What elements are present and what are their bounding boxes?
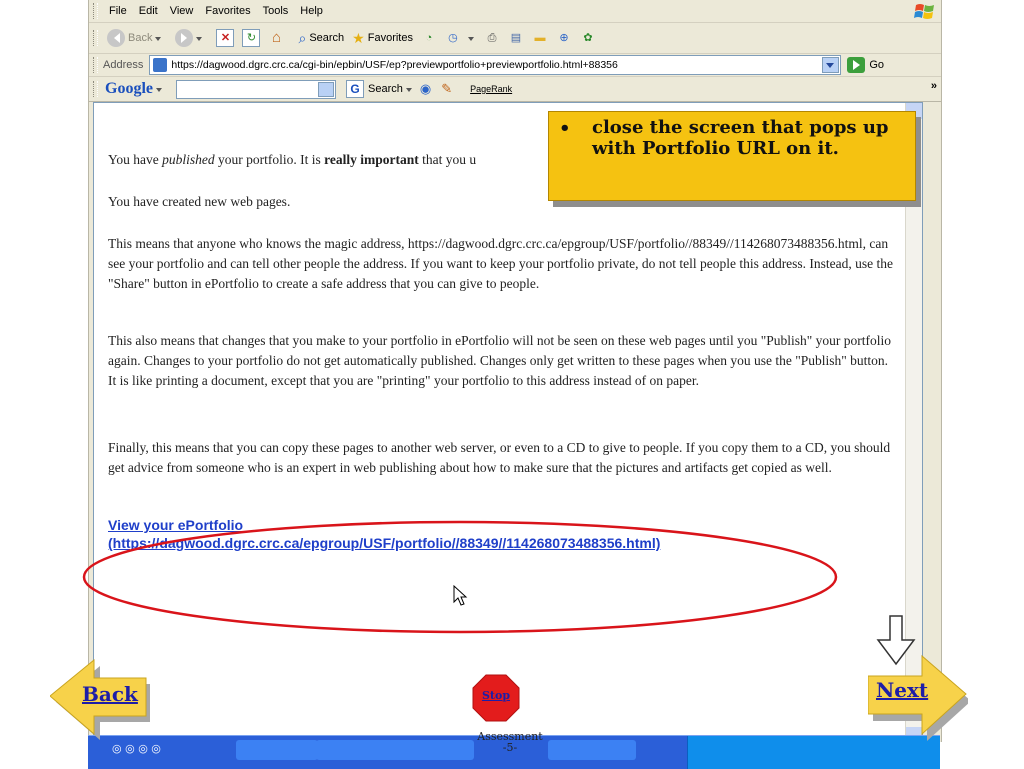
go-arrow-icon [847, 57, 866, 73]
instruction-callout: • close the screen that pops up with Por… [548, 111, 916, 201]
search-icon: ⌕ [298, 29, 307, 46]
favorites-toolbar-label: Favorites [367, 32, 413, 44]
safe-search-icon[interactable]: ◉ [420, 81, 431, 97]
published-emphasis: published [162, 152, 215, 167]
chevron-down-icon[interactable] [822, 57, 840, 73]
stop-label: Stop [481, 689, 511, 702]
google-search-label: Search [368, 83, 403, 95]
copy-pages-paragraph: Finally, this means that you can copy th… [108, 438, 894, 478]
chevron-down-icon[interactable] [318, 81, 334, 97]
search-toolbar-button[interactable]: ⌕ Search [294, 26, 348, 50]
menu-favorites[interactable]: Favorites [199, 3, 256, 19]
magic-address-paragraph: This means that anyone who knows the mag… [108, 234, 894, 294]
view-portfolio-link-block: View your ePortfolio (https://dagwood.dg… [108, 516, 660, 552]
pagerank-label[interactable]: PageRank [470, 84, 512, 94]
google-search-button[interactable]: G Search [346, 80, 418, 98]
taskbar-button[interactable] [236, 740, 318, 760]
menu-bar: File Edit View Favorites Tools Help [89, 0, 941, 23]
back-label: Back [82, 682, 138, 706]
chevron-down-icon[interactable] [156, 87, 162, 95]
google-logo[interactable]: Google [105, 80, 153, 98]
mouse-pointer-icon [453, 585, 468, 606]
changes-paragraph: This also means that changes that you ma… [108, 331, 898, 391]
back-button[interactable]: Back [49, 650, 152, 742]
messenger-icon[interactable]: ⊕ [556, 30, 572, 46]
go-label: Go [869, 59, 885, 71]
print-icon[interactable]: ⎙ [484, 30, 500, 46]
address-bar: Address https://dagwood.dgrc.crc.ca/cgi-… [89, 54, 941, 77]
go-button[interactable]: Go [847, 57, 884, 73]
address-url: https://dagwood.dgrc.crc.ca/cgi-bin/epbi… [171, 59, 618, 71]
back-toolbar-label: Back [128, 32, 153, 44]
callout-text: close the screen that pops up with Portf… [592, 117, 889, 159]
published-text-a: You have [108, 152, 163, 167]
media-icon[interactable]: ◔ [421, 30, 437, 46]
chevron-down-icon[interactable] [155, 36, 162, 44]
chevron-down-icon[interactable] [467, 36, 474, 44]
research-icon[interactable]: ✿ [580, 30, 596, 46]
pagerank-icon: ✎ [441, 81, 453, 96]
star-icon: ★ [352, 29, 365, 46]
copy-pages-text: Finally, this means that you can copy th… [108, 440, 891, 475]
next-button[interactable]: Next [867, 648, 971, 741]
google-grip [93, 81, 98, 97]
address-label: Address [103, 59, 144, 71]
portfolio-url-link[interactable]: (https://dagwood.dgrc.crc.ca/epgroup/USF… [108, 535, 660, 551]
favorites-toolbar-button[interactable]: ★ Favorites [348, 26, 417, 50]
callout-bullet: • [559, 118, 571, 139]
menu-edit[interactable]: Edit [133, 3, 164, 19]
menu-grip [93, 3, 98, 19]
toolbar-grip [93, 30, 98, 46]
folder-icon[interactable]: ▬ [532, 30, 548, 46]
view-portfolio-link[interactable]: View your ePortfolio [108, 517, 243, 533]
edit-page-icon[interactable]: ▤ [508, 30, 524, 46]
google-toolbar: Google G Search ◉ ✎ PageRank » [89, 77, 941, 102]
published-text-c: that you u [418, 152, 477, 167]
menu-view[interactable]: View [164, 3, 200, 19]
magic-address-text: This means that anyone who knows the mag… [108, 236, 894, 291]
google-search-input[interactable] [176, 79, 336, 99]
stop-button[interactable]: Stop [472, 674, 520, 722]
refresh-icon[interactable]: ↻ [242, 29, 261, 47]
menu-tools[interactable]: Tools [257, 3, 295, 19]
next-label: Next [876, 678, 929, 702]
back-arrow-icon [107, 29, 125, 47]
important-strong: really important [324, 152, 419, 167]
toolbar-overflow-icon[interactable]: » [931, 80, 937, 92]
forward-toolbar-button[interactable] [171, 26, 212, 50]
back-toolbar-button[interactable]: Back [103, 26, 171, 50]
standard-toolbar: Back ✕ ↻ ⌂ ⌕ Search ★ Favorites ◔ ◷ ⎙ ▤ … [89, 23, 941, 54]
published-text-b: your portfolio. It is [214, 152, 325, 167]
menu-help[interactable]: Help [294, 3, 329, 19]
address-input[interactable]: https://dagwood.dgrc.crc.ca/cgi-bin/epbi… [149, 55, 842, 75]
menu-file[interactable]: File [103, 3, 133, 19]
forward-arrow-icon [175, 29, 194, 47]
google-g-icon: G [346, 80, 364, 98]
page-icon [153, 58, 168, 72]
home-icon[interactable]: ⌂ [268, 30, 284, 46]
footer-page-number: -5- [502, 741, 518, 754]
slide-footer: Assessment -5- [440, 731, 580, 753]
windows-logo-icon [914, 4, 934, 19]
stop-load-icon[interactable]: ✕ [216, 29, 235, 47]
taskbar-quicklaunch: ◎ ◎ ◎ ◎ [112, 742, 161, 755]
address-grip [93, 57, 98, 73]
chevron-down-icon[interactable] [196, 36, 203, 44]
history-icon[interactable]: ◷ [445, 30, 461, 46]
chevron-down-icon[interactable] [405, 87, 412, 95]
changes-text: This also means that changes that you ma… [108, 333, 892, 388]
search-toolbar-label: Search [309, 32, 345, 44]
